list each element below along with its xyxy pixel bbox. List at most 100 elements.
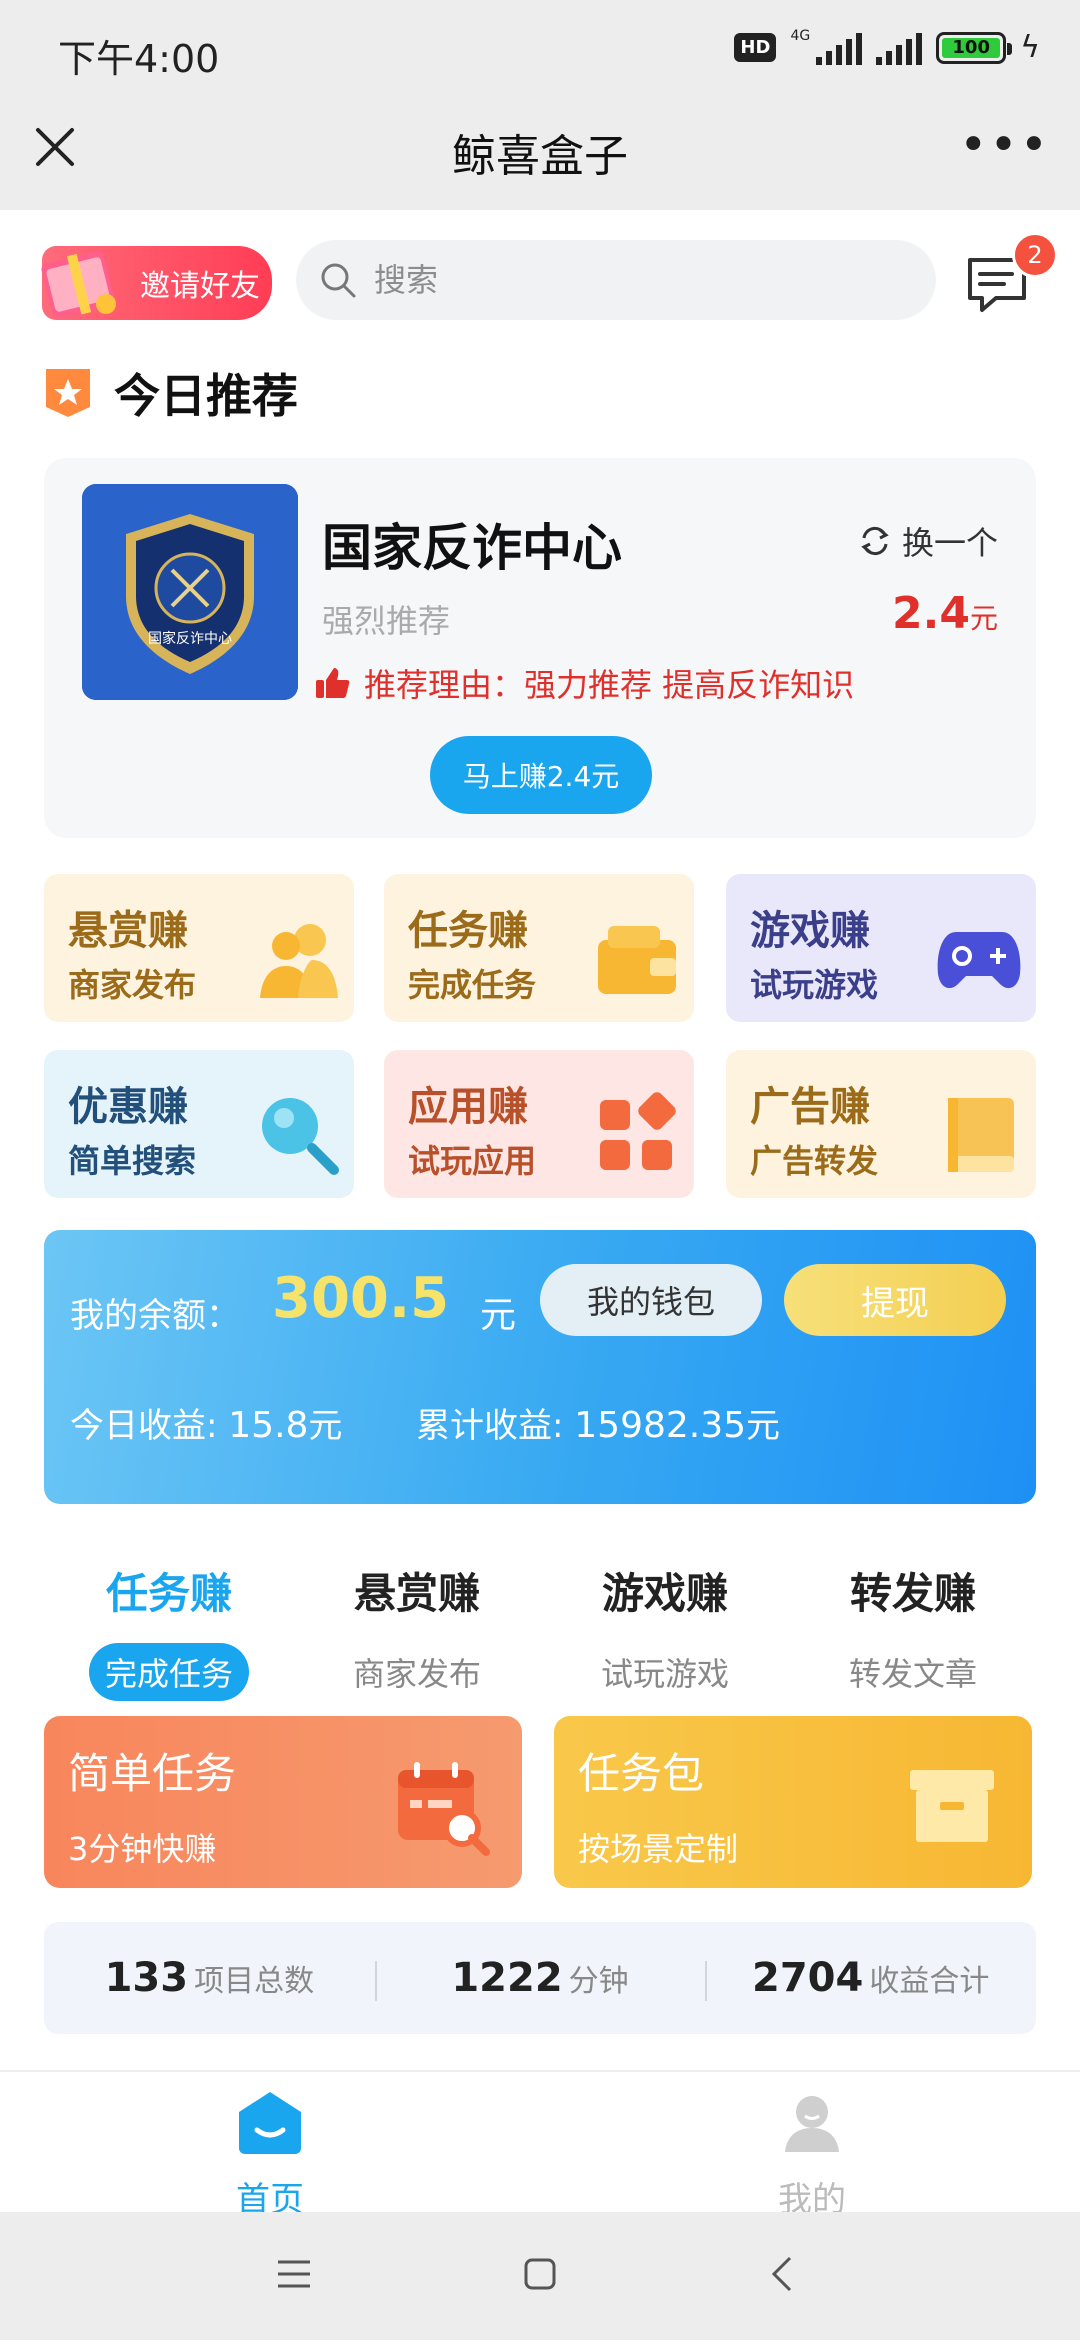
total-label: 累计收益: [416, 1406, 575, 1446]
stat-earnings: 2704 收益合计 [705, 1955, 1036, 2001]
earn-grid-item[interactable]: 应用赚 试玩应用 [384, 1050, 694, 1198]
status-bar: 下午4:00 HD 4G 100 ϟ [0, 0, 1080, 100]
earn-grid-item[interactable]: 任务赚 完成任务 [384, 874, 694, 1022]
grid-item-title: 游戏赚 [750, 908, 870, 954]
recommend-header: 今日推荐 [44, 360, 298, 426]
people-icon [260, 924, 338, 998]
today-value: 15.8 [228, 1405, 309, 1446]
recommend-card[interactable]: 国家反诈中心 国家反诈中心 换一个 强烈推荐 2.4元 推荐理由：强力推荐 提高… [44, 458, 1036, 838]
earn-grid-item[interactable]: 优惠赚 简单搜索 [44, 1050, 354, 1198]
book-icon [948, 1098, 1014, 1172]
search-input[interactable] [374, 261, 894, 299]
reward-price-value: 2.4 [892, 588, 970, 639]
signal-icon [816, 31, 863, 65]
task-subtitle: 按场景定制 [578, 1830, 739, 1868]
grid-item-subtitle: 完成任务 [408, 966, 537, 1004]
wallet-icon [598, 926, 676, 994]
charging-icon: ϟ [1020, 30, 1040, 65]
apps-icon [600, 1092, 676, 1170]
earn-grid-item[interactable]: 广告赚 广告转发 [726, 1050, 1036, 1198]
recommend-name: 国家反诈中心 [322, 519, 622, 577]
tab-bounty-earn[interactable]: 悬赏赚 商家发布 [292, 1560, 542, 1701]
message-badge: 2 [1012, 232, 1058, 278]
recommend-reason: 推荐理由：强力推荐 提高反诈知识 [314, 660, 854, 706]
swap-button[interactable]: 换一个 [858, 518, 998, 564]
balance-unit: 元 [480, 1295, 517, 1336]
task-subtitle: 3分钟快赚 [68, 1830, 217, 1868]
grid-item-title: 悬赏赚 [68, 908, 188, 954]
tab-subtitle: 完成任务 [88, 1643, 249, 1701]
hd-icon: HD [734, 33, 777, 62]
battery-level: 100 [942, 37, 1001, 58]
stat-value: 2704 [752, 1955, 864, 2001]
grid-item-title: 任务赚 [408, 908, 528, 954]
today-unit: 元 [308, 1406, 343, 1446]
back-icon[interactable] [762, 2252, 806, 2296]
tab-title: 任务赚 [105, 1569, 232, 1618]
withdraw-button[interactable]: 提现 [784, 1264, 1006, 1336]
tab-title: 游戏赚 [601, 1569, 728, 1618]
search-icon [321, 263, 356, 298]
search-icon [262, 1098, 339, 1175]
balance-label: 我的余额： [70, 1296, 240, 1336]
earn-now-button[interactable]: 马上赚2.4元 [430, 736, 652, 814]
refresh-icon [861, 526, 889, 556]
status-icons: HD 4G 100 ϟ [734, 28, 1040, 65]
tab-subtitle: 转发文章 [848, 1655, 977, 1693]
total-earnings: 累计收益: 15982.35元 [416, 1398, 780, 1447]
grid-item-subtitle: 商家发布 [68, 966, 197, 1004]
swap-label: 换一个 [901, 524, 998, 562]
grid-item-subtitle: 广告转发 [750, 1142, 879, 1180]
star-badge-icon [46, 369, 90, 417]
stat-value: 1222 [451, 1955, 563, 2001]
total-unit: 元 [746, 1406, 781, 1446]
grid-item-title: 广告赚 [750, 1084, 870, 1130]
page-title: 鲸喜盒子 [452, 131, 628, 182]
simple-task-card[interactable]: 简单任务 3分钟快赚 [44, 1716, 522, 1888]
grid-item-subtitle: 试玩应用 [408, 1142, 537, 1180]
task-title: 简单任务 [68, 1749, 237, 1798]
reward-price-unit: 元 [969, 602, 998, 635]
stat-projects: 133 项目总数 [44, 1955, 375, 2001]
today-earnings: 今日收益: 15.8元 [70, 1398, 342, 1447]
my-wallet-button[interactable]: 我的钱包 [540, 1264, 762, 1336]
signal-icon-2 [876, 31, 923, 65]
logo-text: 国家反诈中心 [148, 631, 232, 647]
stat-label: 项目总数 [194, 1964, 315, 1999]
nav-profile[interactable]: 我的 [712, 2088, 912, 2221]
tab-subtitle: 试玩游戏 [600, 1655, 729, 1693]
app-logo [82, 484, 298, 700]
nav-home[interactable]: 首页 [170, 2088, 370, 2221]
more-menu-button[interactable]: ••• [959, 121, 1050, 169]
status-time: 下午4:00 [58, 37, 220, 81]
invite-friends-button[interactable]: 邀请好友 [41, 246, 272, 320]
reward-price: 2.4元 [892, 588, 998, 639]
search-bar[interactable] [296, 240, 936, 320]
stat-minutes: 1222 分钟 [374, 1955, 706, 2001]
menu-icon[interactable] [272, 2252, 316, 2296]
earn-grid-item[interactable]: 游戏赚 试玩游戏 [726, 874, 1036, 1022]
invite-label: 邀请好友 [140, 269, 260, 304]
home-icon [239, 2092, 301, 2154]
grid-item-subtitle: 简单搜索 [68, 1142, 197, 1180]
grid-item-subtitle: 试玩游戏 [750, 966, 879, 1004]
tab-share-earn[interactable]: 转发赚 转发文章 [788, 1560, 1038, 1701]
balance-card: 我的余额： 300.5 元 我的钱包 提现 今日收益: 15.8元 累计收益: … [44, 1230, 1036, 1504]
grid-item-title: 优惠赚 [68, 1084, 188, 1130]
title-bar: 鲸喜盒子 ••• [0, 100, 1080, 210]
tab-subtitle: 商家发布 [352, 1655, 481, 1693]
earn-grid-item[interactable]: 悬赏赚 商家发布 [44, 874, 354, 1022]
tab-game-earn[interactable]: 游戏赚 试玩游戏 [540, 1560, 790, 1701]
stat-value: 133 [104, 1955, 189, 2001]
grid-item-title: 应用赚 [408, 1084, 528, 1130]
recommend-subtitle: 强烈推荐 [322, 602, 451, 640]
profile-icon [785, 2096, 839, 2152]
tab-task-earn[interactable]: 任务赚 完成任务 [44, 1560, 294, 1701]
system-nav-bar [0, 2212, 1080, 2340]
task-title: 任务包 [578, 1749, 705, 1798]
thumbs-up-icon [316, 668, 350, 698]
task-package-card[interactable]: 任务包 按场景定制 [554, 1716, 1032, 1888]
home-square-icon[interactable] [518, 2252, 562, 2296]
gift-icon [41, 250, 116, 319]
balance-amount: 300.5 [272, 1266, 450, 1331]
